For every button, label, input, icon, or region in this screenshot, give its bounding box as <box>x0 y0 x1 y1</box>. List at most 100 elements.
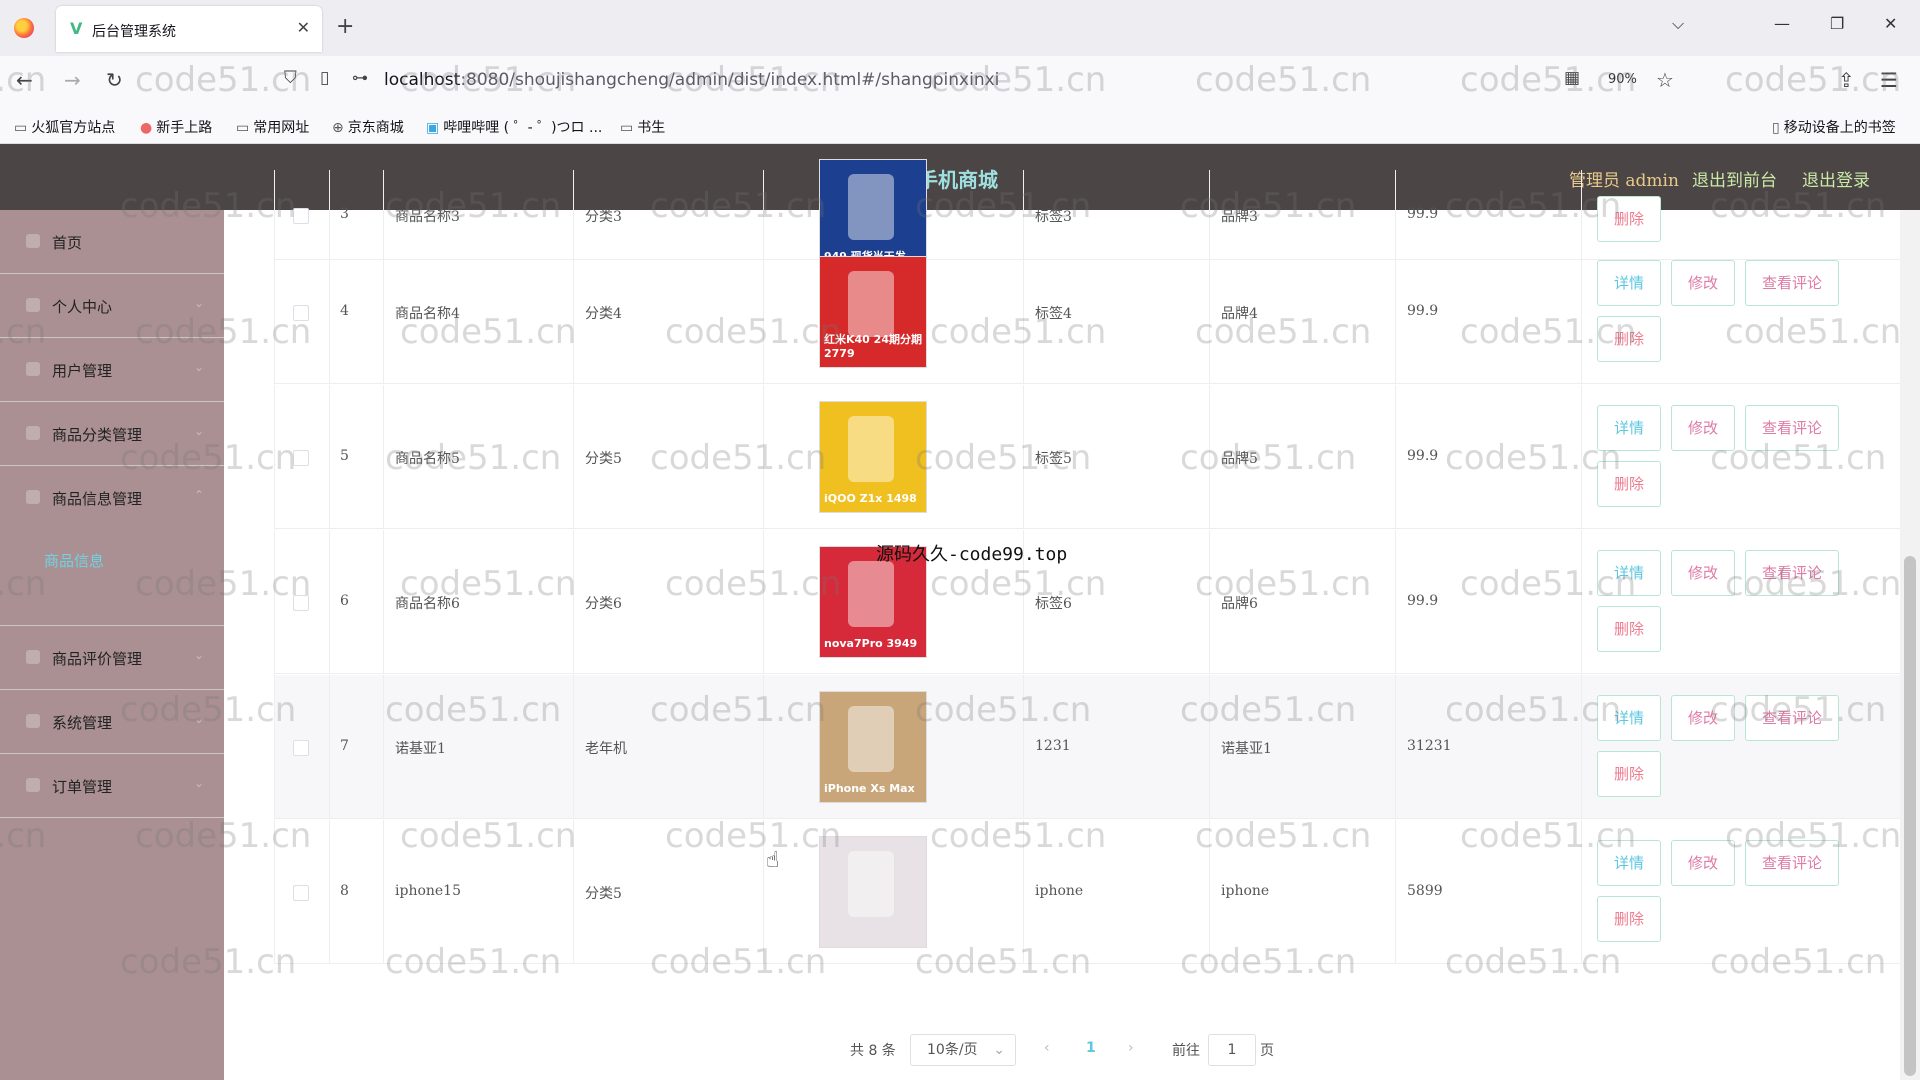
bookmark-1[interactable]: ▭ 火狐官方站点 <box>14 117 115 137</box>
page-size-select[interactable]: 10条/页 ⌄ <box>910 1034 1016 1066</box>
view-reviews-button[interactable]: 查看评论 <box>1745 260 1839 306</box>
sidebar-item-profile[interactable]: 个人中心 ⌄ <box>0 274 224 338</box>
column-divider <box>1395 530 1396 673</box>
current-page[interactable]: 1 <box>1086 1040 1096 1056</box>
delete-button[interactable]: 删除 <box>1597 751 1661 797</box>
back-icon[interactable]: ← <box>16 68 33 92</box>
sidebar-subitem-product-info[interactable]: 商品信息 <box>44 550 104 571</box>
row-checkbox[interactable] <box>293 885 309 901</box>
reload-icon[interactable]: ↻ <box>106 68 123 92</box>
delete-button[interactable]: 删除 <box>1597 896 1661 942</box>
product-name: 商品名称6 <box>395 596 460 612</box>
product-name: 诺基亚1 <box>395 741 446 757</box>
jump-page-input[interactable]: 1 <box>1208 1034 1256 1066</box>
zoom-level[interactable]: 90% <box>1608 72 1637 87</box>
edit-button[interactable]: 修改 <box>1671 695 1735 741</box>
scrollbar-thumb[interactable] <box>1904 556 1916 1076</box>
firefox-logo-icon[interactable] <box>14 18 34 38</box>
sidebar-item-orders[interactable]: 订单管理 ⌄ <box>0 754 224 818</box>
column-divider <box>763 820 764 963</box>
detail-button[interactable]: 详情 <box>1597 260 1661 306</box>
detail-button[interactable]: 详情 <box>1597 550 1661 596</box>
view-reviews-button[interactable]: 查看评论 <box>1745 550 1839 596</box>
product-thumbnail[interactable]: iQOO Z1x 1498 <box>819 401 927 513</box>
shield-icon[interactable]: ⛉ <box>284 68 297 88</box>
phone-image-icon <box>848 706 894 772</box>
detail-button[interactable]: 详情 <box>1597 695 1661 741</box>
window-close-icon[interactable]: ✕ <box>1884 14 1897 33</box>
delete-button[interactable]: 删除 <box>1597 606 1661 652</box>
product-name: 商品名称3 <box>395 209 460 225</box>
bookmark-2[interactable]: ● 新手上路 <box>140 117 212 137</box>
row-checkbox[interactable] <box>293 595 309 611</box>
row-checkbox[interactable] <box>293 740 309 756</box>
phone-image-icon <box>848 416 894 482</box>
page-icon[interactable]: ▯ <box>320 68 329 88</box>
qr-code-icon[interactable]: ▦ <box>1564 68 1580 88</box>
column-divider <box>1581 240 1582 383</box>
restore-icon[interactable]: ❐ <box>1830 14 1844 33</box>
view-reviews-button[interactable]: 查看评论 <box>1745 840 1839 886</box>
detail-button[interactable]: 详情 <box>1597 840 1661 886</box>
edit-button[interactable]: 修改 <box>1671 550 1735 596</box>
bookmark-5[interactable]: ▣ 哔哩哔哩 ( ゜- ゜)つロ ... <box>426 117 602 137</box>
delete-button[interactable]: 删除 <box>1597 196 1661 242</box>
forward-icon[interactable]: → <box>64 68 81 92</box>
column-divider <box>573 530 574 673</box>
browser-tab-active[interactable]: V 后台管理系统 ✕ <box>56 6 322 52</box>
folder-icon: ▭ <box>14 120 28 136</box>
edit-button[interactable]: 修改 <box>1671 405 1735 451</box>
sidebar-item-system[interactable]: 系统管理 ⌄ <box>0 690 224 754</box>
column-divider <box>763 675 764 818</box>
edit-button[interactable]: 修改 <box>1671 840 1735 886</box>
url-bar[interactable]: localhost:8080/shoujishangcheng/admin/di… <box>384 70 999 90</box>
minimize-icon[interactable]: — <box>1774 14 1790 33</box>
next-page-icon[interactable]: › <box>1128 1040 1134 1056</box>
product-brand: 诺基亚1 <box>1221 741 1272 757</box>
sidebar-item-reviews[interactable]: 商品评价管理 ⌄ <box>0 626 224 690</box>
chevron-down-icon[interactable]: ⌵ <box>1672 14 1684 34</box>
product-category: 分类5 <box>585 451 622 467</box>
product-tag: 1231 <box>1035 738 1071 754</box>
chevron-down-icon: ⌄ <box>993 1042 1005 1058</box>
edit-button[interactable]: 修改 <box>1671 260 1735 306</box>
product-thumbnail[interactable]: iPhone Xs Max <box>819 691 927 803</box>
screen: V 后台管理系统 ✕ + ⌵ — ❐ ✕ ← → ↻ ⛉ ▯ ⊶ localho… <box>0 0 1920 1080</box>
menu-icon[interactable]: ☰ <box>1880 68 1898 92</box>
view-reviews-button[interactable]: 查看评论 <box>1745 695 1839 741</box>
product-icon <box>26 490 40 504</box>
column-divider <box>573 240 574 383</box>
order-icon <box>26 778 40 792</box>
phone-image-icon <box>848 174 894 240</box>
mobile-bookmarks[interactable]: ▯ 移动设备上的书签 <box>1772 117 1896 137</box>
product-thumbnail[interactable] <box>819 836 927 948</box>
bookmark-4[interactable]: ⊕ 京东商城 <box>332 117 404 137</box>
tab-title: 后台管理系统 <box>92 24 176 40</box>
bookmark-6[interactable]: ▭ 书生 <box>620 117 665 137</box>
column-divider <box>1581 820 1582 963</box>
thumbnail-caption: iPhone Xs Max <box>824 782 915 795</box>
extensions-icon[interactable]: ⇪ <box>1838 68 1855 92</box>
new-tab-icon[interactable]: + <box>336 14 354 39</box>
column-divider <box>1023 820 1024 963</box>
row-checkbox[interactable] <box>293 208 309 224</box>
table-row: 7 诺基亚1 老年机 1231 诺基亚1 31231 iPhone Xs Max 详情 修改 查看… <box>274 675 1920 819</box>
sidebar-item-users[interactable]: 用户管理 ⌄ <box>0 338 224 402</box>
row-checkbox[interactable] <box>293 305 309 321</box>
close-icon[interactable]: ✕ <box>297 18 310 37</box>
row-checkbox[interactable] <box>293 450 309 466</box>
column-divider <box>383 530 384 673</box>
detail-button[interactable]: 详情 <box>1597 405 1661 451</box>
row-index: 6 <box>340 593 349 609</box>
star-icon[interactable]: ☆ <box>1656 68 1674 92</box>
sidebar-item-categories[interactable]: 商品分类管理 ⌄ <box>0 402 224 466</box>
product-thumbnail[interactable]: 红米K40 24期分期 2779 <box>819 256 927 368</box>
sidebar-item-products[interactable]: 商品信息管理 ⌃ <box>0 466 224 626</box>
delete-button[interactable]: 删除 <box>1597 461 1661 507</box>
permissions-icon[interactable]: ⊶ <box>352 68 368 87</box>
view-reviews-button[interactable]: 查看评论 <box>1745 405 1839 451</box>
sidebar-item-home[interactable]: 首页 <box>0 210 224 274</box>
delete-button[interactable]: 删除 <box>1597 316 1661 362</box>
prev-page-icon[interactable]: ‹ <box>1044 1040 1050 1056</box>
bookmark-3[interactable]: ▭ 常用网址 <box>236 117 309 137</box>
